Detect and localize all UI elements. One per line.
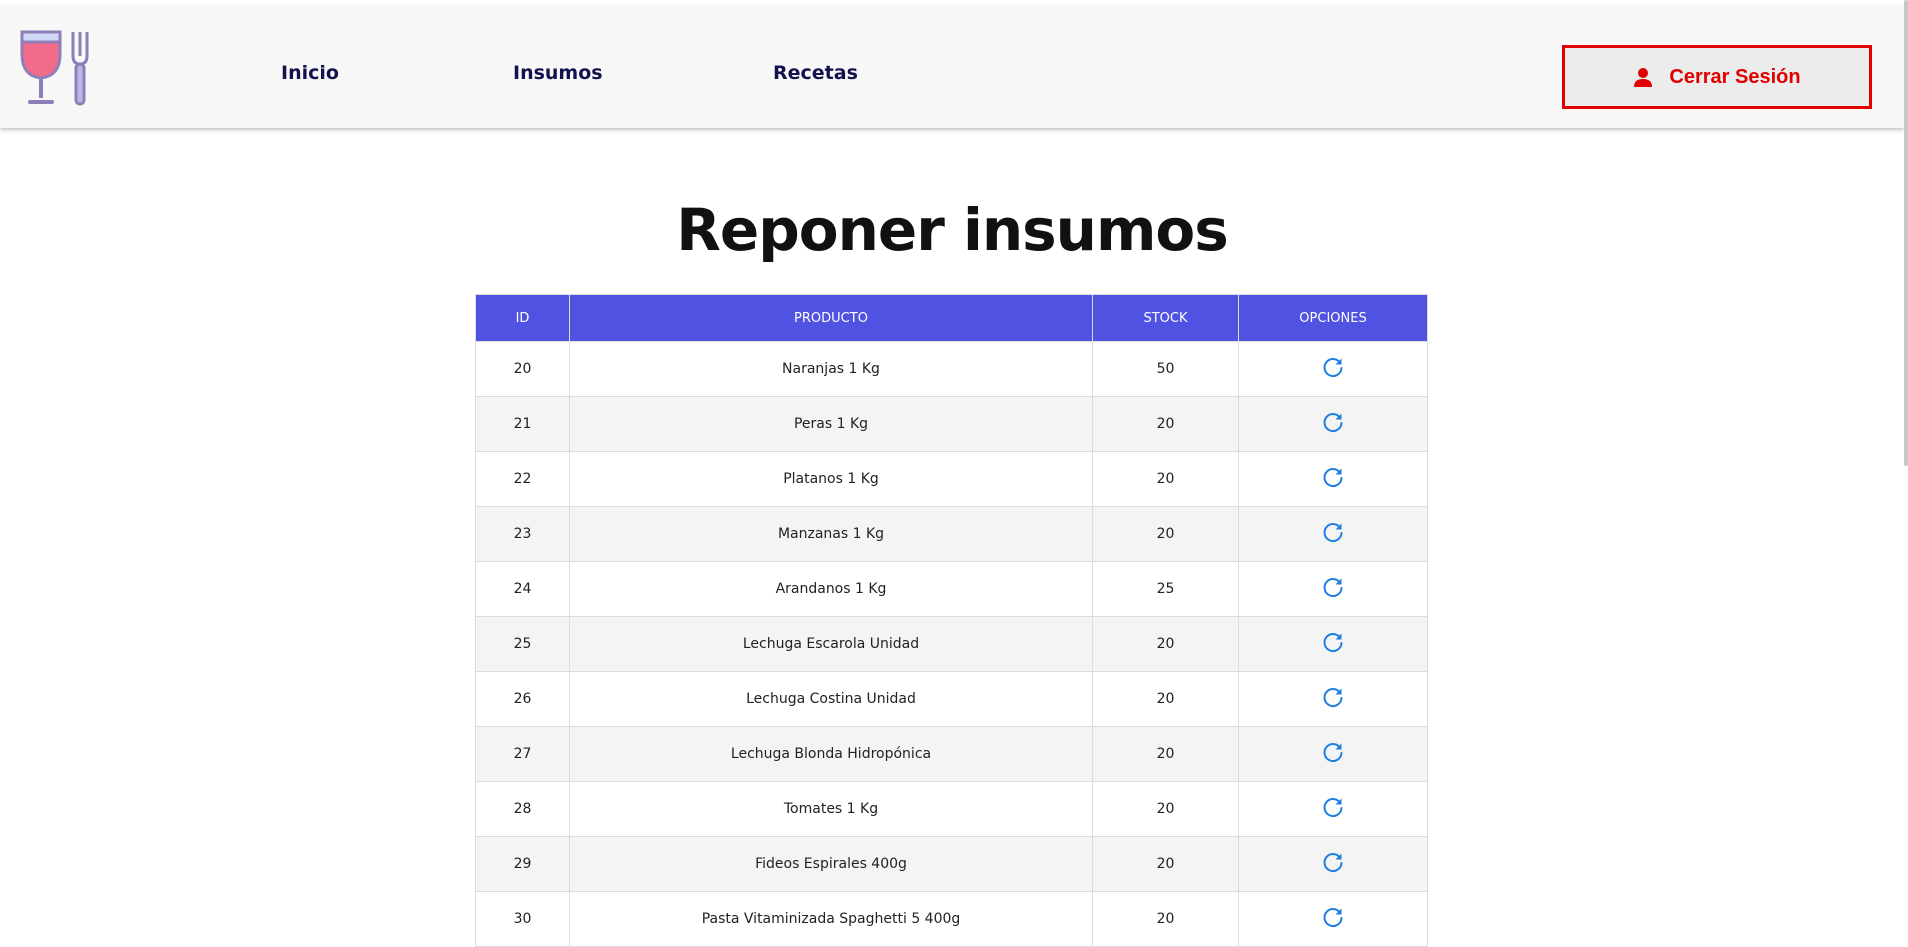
cell-producto: Arandanos 1 Kg	[569, 561, 1093, 617]
cell-producto: Fideos Espirales 400g	[569, 836, 1093, 892]
cell-stock: 20	[1092, 506, 1239, 562]
cell-stock: 20	[1092, 451, 1239, 507]
top-navbar: Inicio Insumos Recetas Cerrar Sesión	[0, 6, 1904, 128]
table-row: 21 Peras 1 Kg 20	[475, 396, 1428, 452]
cell-stock: 25	[1092, 561, 1239, 617]
cell-id: 29	[475, 836, 570, 892]
cell-opciones	[1238, 451, 1428, 507]
table-row: 30 Pasta Vitaminizada Spaghetti 5 400g 20	[475, 891, 1428, 947]
user-icon	[1634, 68, 1653, 87]
wine-glass-fork-logo[interactable]	[18, 28, 98, 108]
cell-id: 24	[475, 561, 570, 617]
cell-id: 27	[475, 726, 570, 782]
cell-producto: Peras 1 Kg	[569, 396, 1093, 452]
column-header-id[interactable]: ID	[475, 294, 570, 342]
column-header-opciones[interactable]: OPCIONES	[1238, 294, 1428, 342]
cell-stock: 20	[1092, 671, 1239, 727]
reload-icon[interactable]	[1321, 905, 1345, 929]
cell-opciones	[1238, 726, 1428, 782]
cell-producto: Pasta Vitaminizada Spaghetti 5 400g	[569, 891, 1093, 947]
table-header-row: ID PRODUCTO STOCK OPCIONES	[475, 294, 1428, 342]
cell-id: 20	[475, 341, 570, 397]
reload-icon[interactable]	[1321, 685, 1345, 709]
reload-icon[interactable]	[1321, 795, 1345, 819]
cell-producto: Lechuga Blonda Hidropónica	[569, 726, 1093, 782]
cell-stock: 20	[1092, 616, 1239, 672]
table-row: 24 Arandanos 1 Kg 25	[475, 561, 1428, 617]
reload-icon[interactable]	[1321, 630, 1345, 654]
cell-opciones	[1238, 341, 1428, 397]
cell-stock: 20	[1092, 781, 1239, 837]
supplies-table-container: ID PRODUCTO STOCK OPCIONES 20 Naranjas 1 …	[475, 294, 1428, 947]
logout-button[interactable]: Cerrar Sesión	[1562, 45, 1872, 109]
column-header-stock[interactable]: STOCK	[1092, 294, 1239, 342]
cell-opciones	[1238, 891, 1428, 947]
reload-icon[interactable]	[1321, 850, 1345, 874]
reload-icon[interactable]	[1321, 575, 1345, 599]
cell-producto: Lechuga Escarola Unidad	[569, 616, 1093, 672]
cell-opciones	[1238, 616, 1428, 672]
cell-opciones	[1238, 506, 1428, 562]
table-row: 23 Manzanas 1 Kg 20	[475, 506, 1428, 562]
column-header-producto[interactable]: PRODUCTO	[569, 294, 1093, 342]
cell-producto: Lechuga Costina Unidad	[569, 671, 1093, 727]
cell-producto: Tomates 1 Kg	[569, 781, 1093, 837]
table-row: 29 Fideos Espirales 400g 20	[475, 836, 1428, 892]
cell-producto: Naranjas 1 Kg	[569, 341, 1093, 397]
cell-stock: 20	[1092, 396, 1239, 452]
cell-producto: Manzanas 1 Kg	[569, 506, 1093, 562]
cell-stock: 20	[1092, 726, 1239, 782]
page-title: Reponer insumos	[676, 196, 1229, 264]
cell-id: 23	[475, 506, 570, 562]
cell-opciones	[1238, 396, 1428, 452]
cell-stock: 50	[1092, 341, 1239, 397]
cell-id: 25	[475, 616, 570, 672]
cell-id: 22	[475, 451, 570, 507]
nav-link-inicio[interactable]: Inicio	[281, 62, 339, 84]
reload-icon[interactable]	[1321, 520, 1345, 544]
nav-link-insumos[interactable]: Insumos	[513, 62, 603, 84]
supplies-table: ID PRODUCTO STOCK OPCIONES 20 Naranjas 1 …	[475, 294, 1428, 947]
table-row: 27 Lechuga Blonda Hidropónica 20	[475, 726, 1428, 782]
reload-icon[interactable]	[1321, 355, 1345, 379]
cell-stock: 20	[1092, 836, 1239, 892]
table-row: 22 Platanos 1 Kg 20	[475, 451, 1428, 507]
logout-label: Cerrar Sesión	[1669, 65, 1801, 88]
cell-id: 28	[475, 781, 570, 837]
page-scrollbar[interactable]	[1904, 0, 1908, 466]
cell-opciones	[1238, 836, 1428, 892]
cell-stock: 20	[1092, 891, 1239, 947]
nav-link-recetas[interactable]: Recetas	[773, 62, 858, 84]
cell-id: 21	[475, 396, 570, 452]
reload-icon[interactable]	[1321, 740, 1345, 764]
table-row: 25 Lechuga Escarola Unidad 20	[475, 616, 1428, 672]
cell-producto: Platanos 1 Kg	[569, 451, 1093, 507]
reload-icon[interactable]	[1321, 410, 1345, 434]
cell-id: 30	[475, 891, 570, 947]
table-row: 28 Tomates 1 Kg 20	[475, 781, 1428, 837]
reload-icon[interactable]	[1321, 465, 1345, 489]
table-row: 20 Naranjas 1 Kg 50	[475, 341, 1428, 397]
table-row: 26 Lechuga Costina Unidad 20	[475, 671, 1428, 727]
cell-opciones	[1238, 781, 1428, 837]
cell-id: 26	[475, 671, 570, 727]
table-body: 20 Naranjas 1 Kg 50 21 Peras 1 Kg 20 22 Platano…	[475, 341, 1428, 947]
cell-opciones	[1238, 561, 1428, 617]
cell-opciones	[1238, 671, 1428, 727]
